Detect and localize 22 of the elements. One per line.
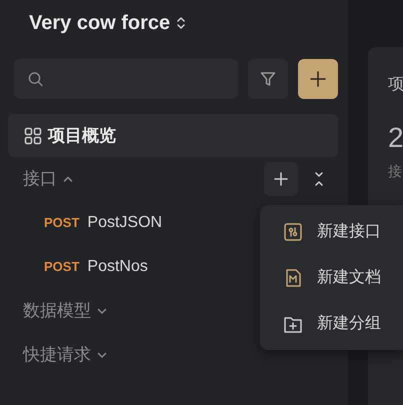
stat-caption: 接 xyxy=(388,162,403,181)
stat-value: 2 xyxy=(388,121,403,155)
section-header[interactable]: 接口 xyxy=(23,166,73,192)
plus-icon xyxy=(273,171,289,187)
filter-button[interactable] xyxy=(248,59,288,99)
menu-item[interactable]: 新建接口 xyxy=(260,209,403,255)
plus-icon xyxy=(309,70,327,88)
project-title[interactable]: Very cow force xyxy=(29,8,170,38)
section-header[interactable]: 数据模型 xyxy=(23,298,107,324)
add-button[interactable] xyxy=(264,162,298,196)
api-icon xyxy=(283,222,303,242)
filter-icon xyxy=(260,71,276,87)
menu-item[interactable]: 新建文档 xyxy=(260,255,403,301)
section-header[interactable]: 快捷请求 xyxy=(23,342,107,368)
grid-icon xyxy=(24,126,42,144)
search-icon xyxy=(28,71,43,87)
overview-item[interactable]: 项目概览 xyxy=(8,114,338,157)
search-field[interactable] xyxy=(14,59,238,99)
menu-item[interactable]: 新建分组 xyxy=(260,301,403,347)
add-button[interactable] xyxy=(298,59,338,99)
sort-icon xyxy=(176,16,186,30)
collapse-icon xyxy=(314,171,324,187)
